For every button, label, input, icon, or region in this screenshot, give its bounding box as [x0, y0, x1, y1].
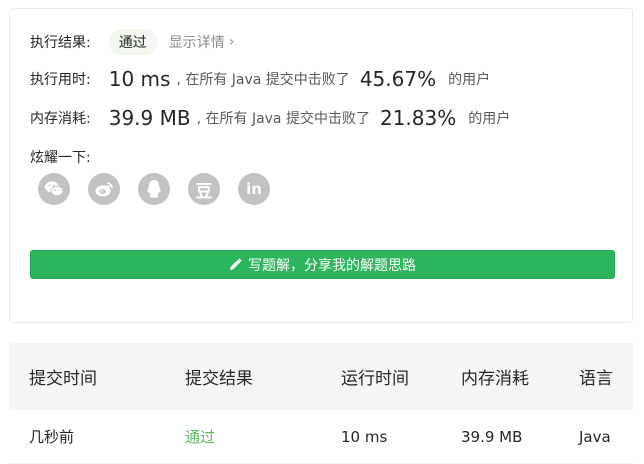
- memory-compare-text: , 在所有 Java 提交中击败了: [196, 111, 370, 127]
- memory-percent: 21.83%: [379, 106, 457, 130]
- douban-glyph: 豆: [195, 181, 213, 202]
- result-card: 执行结果: 通过 显示详情 › 执行用时: 10 ms , 在所有 Java 提…: [9, 8, 633, 323]
- memory-value: 39.9 MB: [108, 106, 191, 130]
- header-memory: 内存消耗: [461, 369, 529, 389]
- douban-icon[interactable]: 豆: [188, 173, 220, 205]
- result-label: 执行结果:: [30, 35, 91, 51]
- header-submit-time: 提交时间: [29, 369, 97, 389]
- share-label: 炫耀一下:: [30, 150, 91, 166]
- submission-table: 提交时间 提交结果 运行时间 内存消耗 语言 几秒前 通过 10 ms 39.9…: [9, 343, 633, 464]
- cell-time: 几秒前: [29, 428, 75, 446]
- memory-tail: 的用户: [468, 111, 511, 127]
- runtime-compare-text: , 在所有 Java 提交中击败了: [176, 72, 350, 88]
- share-row: 炫耀一下:: [30, 147, 91, 167]
- runtime-percent: 45.67%: [359, 67, 437, 91]
- qq-icon[interactable]: [138, 173, 170, 205]
- cell-result-link[interactable]: 通过: [185, 426, 215, 447]
- table-row[interactable]: 几秒前 通过 10 ms 39.9 MB Java: [9, 410, 633, 464]
- wechat-icon[interactable]: [38, 173, 70, 205]
- weibo-icon[interactable]: [88, 173, 120, 205]
- cell-language: Java: [579, 427, 611, 446]
- runtime-value: 10 ms: [108, 67, 171, 91]
- memory-row: 内存消耗: 39.9 MB , 在所有 Java 提交中击败了 21.83% 的…: [30, 106, 510, 130]
- runtime-tail: 的用户: [448, 72, 491, 88]
- header-language: 语言: [579, 369, 613, 389]
- cell-runtime: 10 ms: [341, 427, 388, 446]
- linkedin-glyph: in: [246, 180, 262, 198]
- show-details-link[interactable]: 显示详情: [169, 32, 225, 52]
- status-badge: 通过: [108, 29, 157, 55]
- result-row: 执行结果: 通过 显示详情 ›: [30, 29, 234, 55]
- chevron-right-icon[interactable]: ›: [229, 34, 235, 50]
- write-solution-label: 写题解，分享我的解题思路: [248, 257, 416, 274]
- table-header: 提交时间 提交结果 运行时间 内存消耗 语言: [9, 343, 633, 410]
- runtime-row: 执行用时: 10 ms , 在所有 Java 提交中击败了 45.67% 的用户: [30, 67, 490, 91]
- share-icons: 豆 in: [38, 173, 288, 205]
- write-solution-button[interactable]: 写题解，分享我的解题思路: [30, 250, 615, 279]
- runtime-label: 执行用时:: [30, 72, 91, 88]
- header-runtime: 运行时间: [341, 369, 409, 389]
- linkedin-icon[interactable]: in: [238, 173, 270, 205]
- memory-label: 内存消耗:: [30, 111, 91, 127]
- pencil-icon: [230, 258, 242, 270]
- cell-memory: 39.9 MB: [461, 427, 523, 446]
- header-submit-result: 提交结果: [185, 369, 253, 389]
